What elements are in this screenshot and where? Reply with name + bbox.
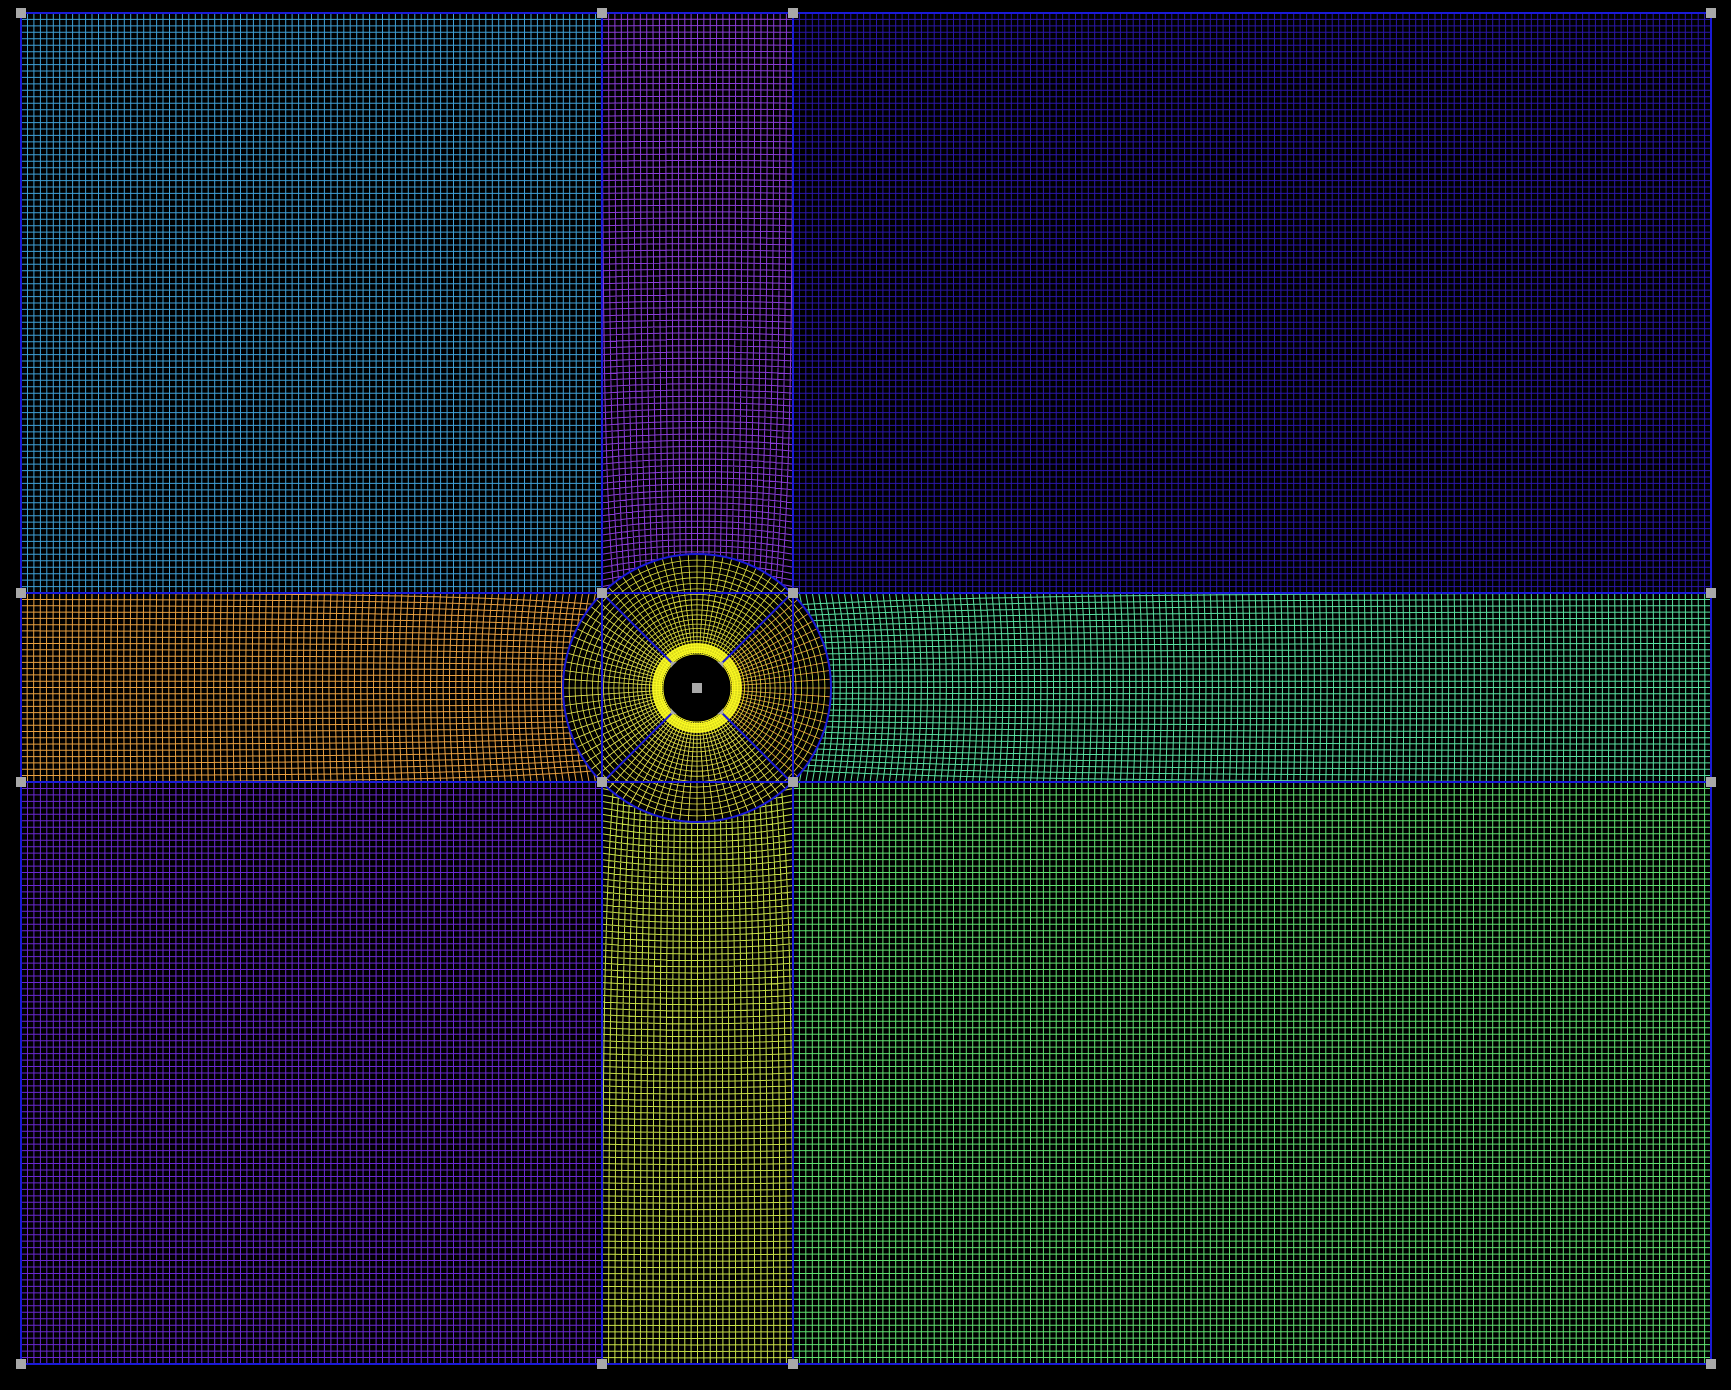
vertex-3-3[interactable] [1706,1359,1716,1369]
vertex-3-1[interactable] [1706,588,1716,598]
vertex-1-3[interactable] [597,1359,607,1369]
vertex-2-3[interactable] [788,1359,798,1369]
vertex-0-2[interactable] [16,777,26,787]
cylinder-center-vertex[interactable] [692,683,702,693]
vertex-2-1[interactable] [788,588,798,598]
vertex-0-0[interactable] [16,8,26,18]
vertex-1-1[interactable] [597,588,607,598]
vertex-3-0[interactable] [1706,8,1716,18]
mesh-viewport[interactable] [0,0,1731,1390]
vertex-0-3[interactable] [16,1359,26,1369]
vertex-2-0[interactable] [788,8,798,18]
vertex-1-0[interactable] [597,8,607,18]
vertex-2-2[interactable] [788,777,798,787]
vertex-1-2[interactable] [597,777,607,787]
vertex-3-2[interactable] [1706,777,1716,787]
vertex-0-1[interactable] [16,588,26,598]
